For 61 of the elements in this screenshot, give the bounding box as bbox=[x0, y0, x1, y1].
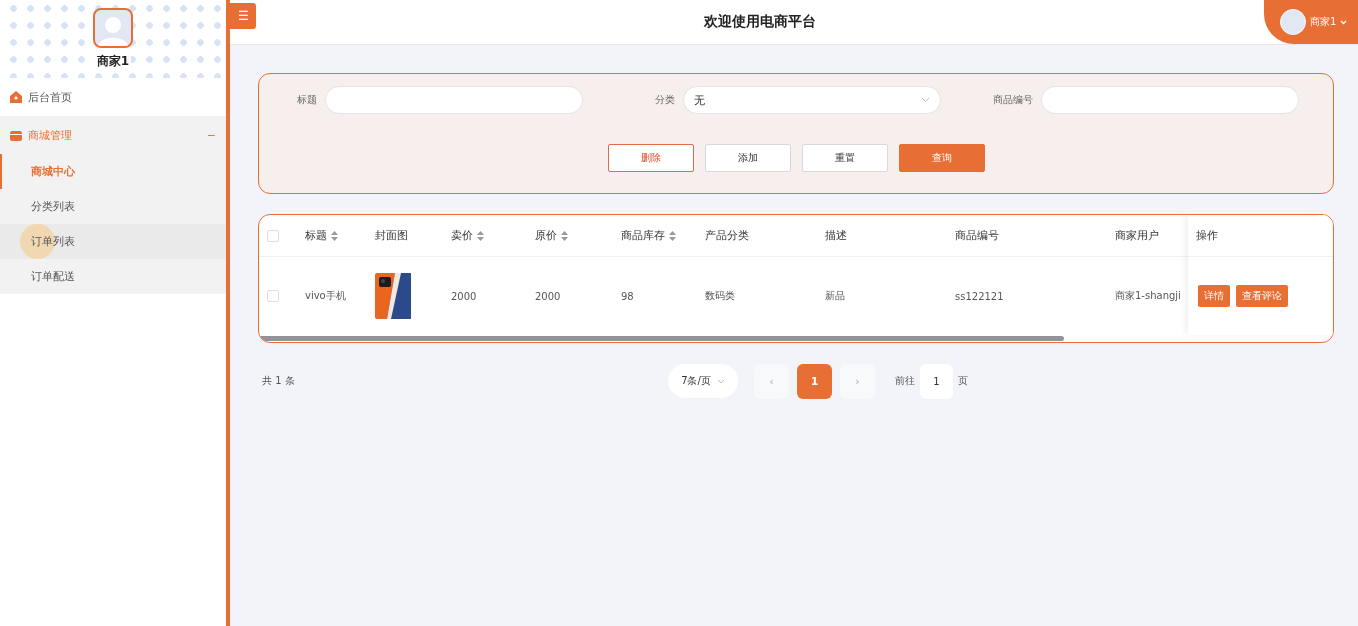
row-action-button[interactable]: 查看评论 bbox=[1236, 285, 1288, 307]
column-header: 封面图 bbox=[375, 228, 408, 243]
category-select[interactable]: 无 bbox=[683, 86, 941, 114]
field-label: 标题 bbox=[297, 93, 317, 107]
avatar bbox=[93, 8, 133, 48]
scrollbar[interactable] bbox=[259, 336, 1064, 341]
menu-button[interactable]: ☰ bbox=[230, 3, 256, 29]
action-button[interactable]: 添加 bbox=[704, 144, 791, 172]
next-page-button[interactable]: › bbox=[840, 363, 875, 399]
column-header: 商品库存 bbox=[621, 228, 665, 243]
column-header: 描述 bbox=[825, 228, 847, 243]
input-field[interactable] bbox=[325, 86, 583, 114]
table-cell: 2000 bbox=[535, 290, 561, 302]
column-header: 操作 bbox=[1196, 228, 1218, 243]
submenu-item[interactable]: 订单配送 bbox=[0, 259, 226, 294]
chevron-icon bbox=[716, 378, 725, 384]
table-cell: 98 bbox=[621, 290, 634, 302]
total-count: 共 1 条 bbox=[261, 374, 296, 388]
row-action-button[interactable]: 详情 bbox=[1198, 285, 1230, 307]
column-header: 产品分类 bbox=[705, 228, 749, 243]
sort-icon[interactable] bbox=[669, 230, 676, 241]
submenu-item[interactable]: 商城中心 bbox=[0, 154, 226, 189]
action-button[interactable]: 重置 bbox=[801, 144, 888, 172]
table-cell: 新品 bbox=[825, 289, 845, 303]
page-button[interactable]: 1 bbox=[797, 363, 832, 399]
shop-icon bbox=[10, 129, 22, 141]
sort-icon[interactable] bbox=[477, 230, 484, 241]
page-title: 欢迎使用电商平台 bbox=[703, 13, 817, 31]
action-button[interactable]: 删除 bbox=[607, 144, 694, 172]
action-button[interactable]: 查询 bbox=[898, 144, 985, 172]
sort-icon[interactable] bbox=[561, 230, 568, 241]
submenu-item[interactable]: 订单列表 bbox=[0, 224, 226, 259]
chevron-icon bbox=[921, 97, 930, 103]
row-checkbox[interactable] bbox=[267, 290, 279, 302]
table-cell: ss122121 bbox=[955, 290, 1004, 302]
table-cell: 商家1-shangji bbox=[1115, 289, 1181, 303]
collapse-icon[interactable]: − bbox=[206, 128, 216, 142]
column-header: 标题 bbox=[305, 228, 327, 243]
column-header: 原价 bbox=[535, 228, 557, 243]
table-cell: vivo手机 bbox=[305, 289, 346, 303]
menu-item[interactable]: 商城管理 − bbox=[0, 116, 226, 154]
field-label: 商品编号 bbox=[993, 93, 1033, 107]
page-unit: 页 bbox=[958, 374, 968, 388]
page-input[interactable]: 1 bbox=[920, 363, 953, 399]
submenu-item[interactable]: 分类列表 bbox=[0, 189, 226, 224]
column-header: 卖价 bbox=[451, 228, 473, 243]
caret-icon bbox=[1340, 19, 1348, 25]
user-menu[interactable]: 商家1 bbox=[1264, 0, 1358, 44]
goto-label: 前往 bbox=[895, 374, 915, 388]
field-label: 分类 bbox=[655, 93, 675, 107]
table-cell: 2000 bbox=[451, 290, 477, 302]
column-header: 商家用户 bbox=[1115, 228, 1159, 243]
sort-icon[interactable] bbox=[331, 230, 338, 241]
select-all-checkbox[interactable] bbox=[267, 229, 279, 242]
user-name: 商家1 bbox=[94, 53, 132, 70]
page-size-select[interactable]: 7条/页 bbox=[668, 364, 738, 398]
input-field[interactable] bbox=[1041, 86, 1299, 114]
prev-page-button[interactable]: ‹ bbox=[754, 363, 789, 399]
home-icon bbox=[10, 91, 22, 103]
table-cell: 数码类 bbox=[705, 289, 735, 303]
column-header: 商品编号 bbox=[955, 228, 999, 243]
